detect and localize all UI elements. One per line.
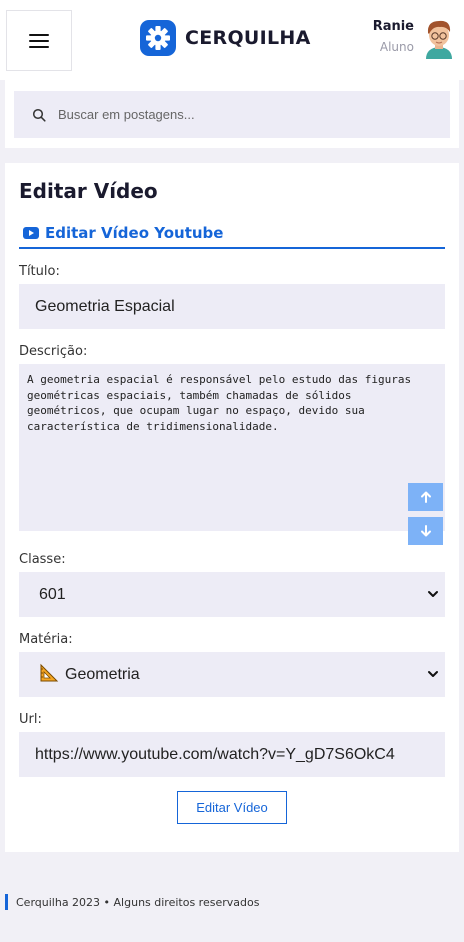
user-profile[interactable]: Ranie Aluno xyxy=(373,16,456,60)
search-input[interactable] xyxy=(58,107,418,122)
arrow-down-icon xyxy=(420,525,431,537)
title-field[interactable]: Geometria Espacial xyxy=(19,284,445,329)
brand-logo[interactable]: CERQUILHA xyxy=(140,20,311,56)
page-title: Editar Vídeo xyxy=(19,179,158,203)
subject-value: Geometria xyxy=(65,666,140,683)
chevron-down-icon xyxy=(428,671,438,677)
description-value: A geometria espacial é responsável pelo … xyxy=(27,373,412,433)
scroll-up-button[interactable] xyxy=(408,483,443,511)
class-value: 601 xyxy=(39,586,66,603)
title-label: Título: xyxy=(19,264,60,279)
avatar xyxy=(426,20,452,59)
description-textarea[interactable]: A geometria espacial é responsável pelo … xyxy=(19,364,445,531)
tab-edit-youtube-video[interactable]: Editar Vídeo Youtube xyxy=(19,223,445,249)
url-value: https://www.youtube.com/watch?v=Y_gD7S6O… xyxy=(35,746,395,763)
user-name: Ranie xyxy=(372,19,414,34)
edit-video-button[interactable]: Editar Vídeo xyxy=(177,791,287,824)
class-select[interactable]: 601 xyxy=(19,572,445,617)
youtube-icon xyxy=(23,227,39,239)
gear-logo-icon xyxy=(140,20,176,56)
footer-text: Cerquilha 2023 • Alguns direitos reserva… xyxy=(16,895,260,909)
description-label: Descrição: xyxy=(19,344,88,359)
triangular-ruler-icon xyxy=(40,663,59,682)
url-field[interactable]: https://www.youtube.com/watch?v=Y_gD7S6O… xyxy=(19,732,445,777)
search-icon xyxy=(32,108,46,122)
search-box[interactable] xyxy=(14,91,450,138)
arrow-up-icon xyxy=(420,491,431,503)
class-label: Classe: xyxy=(19,552,66,567)
subject-select[interactable]: Geometria xyxy=(19,652,445,697)
hamburger-icon xyxy=(29,33,49,48)
brand-name: CERQUILHA xyxy=(185,27,311,49)
tab-label: Editar Vídeo Youtube xyxy=(45,224,224,242)
menu-button[interactable] xyxy=(6,10,72,71)
scroll-down-button[interactable] xyxy=(408,517,443,545)
title-value: Geometria Espacial xyxy=(35,298,175,315)
user-role: Aluno xyxy=(379,40,414,54)
url-label: Url: xyxy=(19,712,42,727)
subject-label: Matéria: xyxy=(19,632,73,647)
footer: Cerquilha 2023 • Alguns direitos reserva… xyxy=(5,893,259,911)
edit-video-form: Editar Vídeo Editar Vídeo Youtube Título… xyxy=(5,163,459,852)
footer-accent-bar xyxy=(5,894,8,910)
chevron-down-icon xyxy=(428,591,438,597)
search-card xyxy=(5,80,459,148)
app-header: CERQUILHA Ranie Aluno xyxy=(0,0,464,80)
